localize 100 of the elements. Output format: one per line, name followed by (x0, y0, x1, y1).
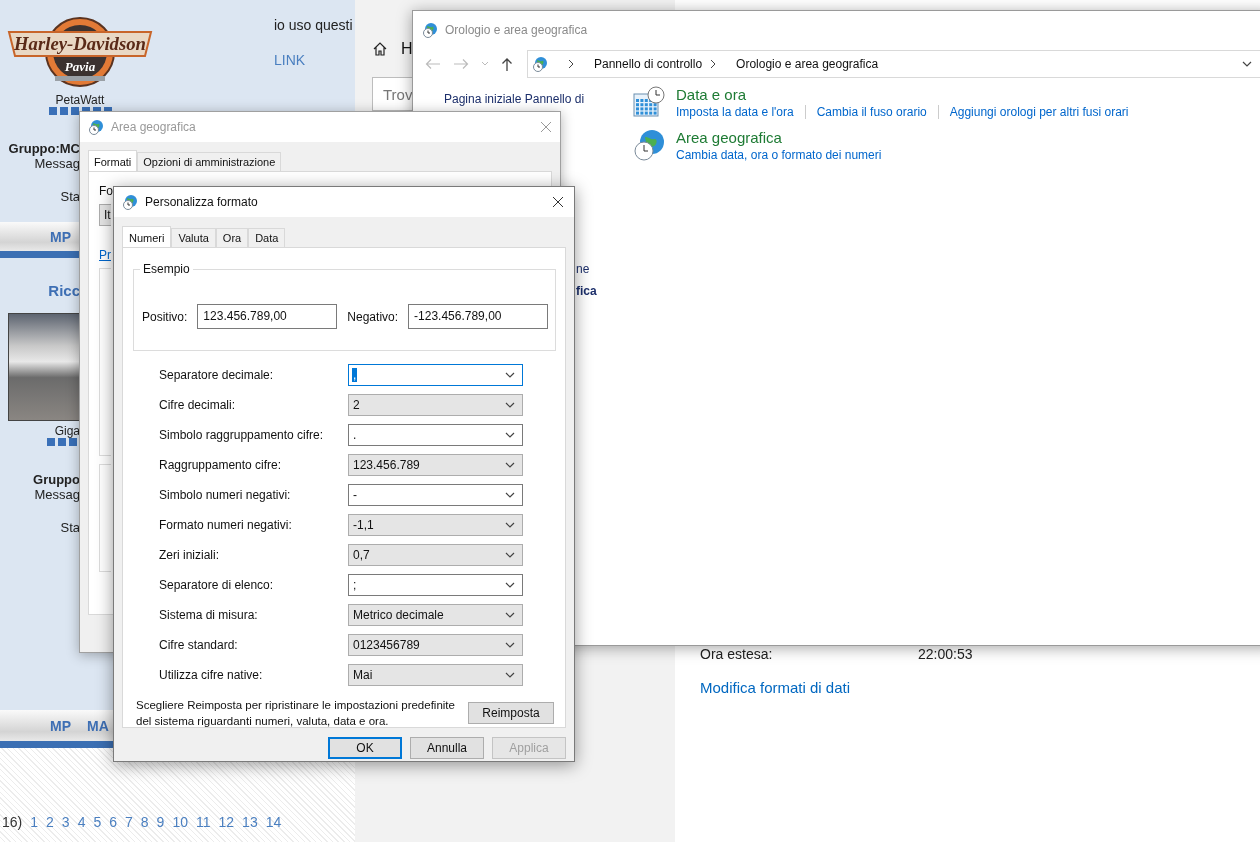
window-title: Orologio e area geografica (445, 22, 588, 37)
chevron-down-icon (505, 402, 515, 408)
chevron-right-icon (710, 59, 717, 69)
field-label: Simbolo numeri negativi: (159, 488, 292, 502)
page-link[interactable]: 10 (172, 814, 188, 830)
dropdown[interactable]: 0123456789 (348, 634, 523, 656)
post-text: io uso questi (274, 17, 354, 33)
task-link[interactable]: Cambia data, ora o formato dei numeri (676, 148, 882, 162)
example-field: -123.456.789,00 (408, 304, 549, 329)
page-link[interactable]: 5 (93, 814, 102, 830)
setting-value: 22:00:53 (918, 646, 973, 662)
combo-box[interactable]: . (348, 424, 523, 446)
page-link[interactable]: 13 (242, 814, 258, 830)
page-link[interactable]: 12 (218, 814, 235, 830)
reset-button[interactable]: Reimposta (468, 702, 554, 724)
page-count: 16) (2, 814, 23, 830)
calendar-clock-icon (633, 86, 665, 118)
page-link[interactable]: 9 (156, 814, 165, 830)
field-label: Zeri iniziali: (159, 548, 220, 562)
up-arrow-icon[interactable] (501, 57, 513, 71)
field-label: Positivo: (142, 309, 188, 324)
user-group: Gruppo (0, 472, 80, 487)
tab[interactable]: Valuta (171, 228, 216, 247)
page-link[interactable]: 7 (125, 814, 133, 830)
dialog-button[interactable]: OK (328, 737, 402, 759)
page-link[interactable]: 11 (196, 814, 211, 830)
logo-text: Harley-Davidson (14, 33, 149, 54)
dropdown[interactable]: 2 (348, 394, 523, 416)
field-label: Fo (99, 184, 113, 198)
tab[interactable]: Numeri (122, 226, 172, 247)
dialog-title: Area geografica (111, 120, 196, 134)
field-label: Separatore decimale: (159, 368, 275, 382)
combo-box[interactable]: - (348, 484, 523, 506)
sidebar-link[interactable]: Pagina iniziale Pannello di (444, 92, 613, 106)
post-title[interactable]: Ricc (0, 282, 80, 299)
combo-box[interactable]: ; (348, 574, 523, 596)
toolbar-link[interactable]: MP (50, 717, 71, 734)
rank-icon (47, 438, 77, 446)
task-link[interactable]: Imposta la data e l'ora (676, 105, 794, 119)
close-icon[interactable] (552, 196, 564, 208)
breadcrumb-item[interactable]: Pannello di controllo (594, 57, 703, 71)
toolbar-link[interactable]: MA (87, 717, 109, 734)
chevron-down-icon (505, 492, 515, 498)
category-title[interactable]: Area geografica (676, 129, 882, 146)
chevron-down-icon (505, 522, 515, 528)
nav-item[interactable]: H (401, 40, 413, 58)
address-bar[interactable]: Pannello di controllo Orologio e area geografica (527, 50, 1260, 78)
author-name[interactable]: Giga (0, 424, 80, 438)
message-count: Messag (33, 487, 80, 502)
globe-clock-icon (88, 119, 104, 135)
tab[interactable]: Opzioni di amministrazione (137, 152, 282, 171)
page-link[interactable]: 4 (77, 814, 86, 830)
logo-text: Pavia (64, 59, 96, 74)
home-icon[interactable] (372, 41, 388, 57)
settings-link[interactable]: Modifica formati di dati (700, 679, 851, 696)
task-link[interactable]: Aggiungi orologi per altri fusi orari (949, 105, 1129, 119)
field-label: Raggruppamento cifre: (159, 458, 283, 472)
toolbar-link[interactable]: MP (50, 228, 71, 245)
field-label: Cifre decimali: (159, 398, 237, 412)
dropdown[interactable]: 0,7 (348, 544, 523, 566)
field-label: Formato numeri negativi: (159, 518, 293, 532)
task-link[interactable]: Cambia il fuso orario (816, 105, 927, 119)
dropdown[interactable]: -1,1 (348, 514, 523, 536)
format-dropdown[interactable]: It (99, 204, 111, 226)
example-field: 123.456.789,00 (197, 304, 338, 329)
user-status: Sta (59, 520, 80, 535)
tab[interactable]: Formati (88, 150, 138, 171)
dialog-title: Personalizza formato (145, 195, 258, 209)
author-name[interactable]: PetaWatt (55, 93, 105, 107)
tab[interactable]: Data (248, 228, 286, 247)
page-link[interactable]: 6 (109, 814, 117, 830)
sidebar-link[interactable]: fica (576, 284, 613, 298)
breadcrumb-item[interactable]: Orologio e area geografica (736, 57, 879, 71)
page-link[interactable]: 14 (265, 814, 282, 830)
dropdown[interactable]: Metrico decimale (348, 604, 523, 626)
search-field[interactable]: Trov (372, 77, 414, 111)
chevron-right-icon (568, 59, 574, 69)
chevron-down-icon (505, 612, 515, 618)
settings-link[interactable]: Pr (99, 248, 111, 262)
field-label: Separatore di elenco: (159, 578, 275, 592)
user-status: Sta (59, 189, 80, 204)
group-title: Esempio (140, 262, 193, 276)
dropdown[interactable]: Mai (348, 664, 523, 686)
setting-label: Ora estesa: (700, 646, 774, 662)
page-link[interactable]: 2 (46, 814, 54, 830)
field-label: Cifre standard: (159, 638, 239, 652)
chevron-down-icon[interactable] (1242, 61, 1252, 67)
page-link[interactable]: 3 (61, 814, 70, 830)
combo-box[interactable]: , (348, 364, 523, 386)
dialog-button[interactable]: Annulla (410, 737, 484, 759)
page-link[interactable]: 8 (140, 814, 149, 830)
chevron-down-icon (505, 432, 515, 438)
tab[interactable]: Ora (215, 228, 249, 247)
chevron-down-icon (505, 672, 515, 678)
category-title[interactable]: Data e ora (676, 86, 1129, 103)
sidebar-link[interactable]: ne (576, 262, 613, 276)
field-label: Sistema di misura: (159, 608, 259, 622)
globe-clock-icon (633, 129, 665, 161)
dropdown[interactable]: 123.456.789 (348, 454, 523, 476)
page-link[interactable]: 1 (30, 814, 39, 830)
